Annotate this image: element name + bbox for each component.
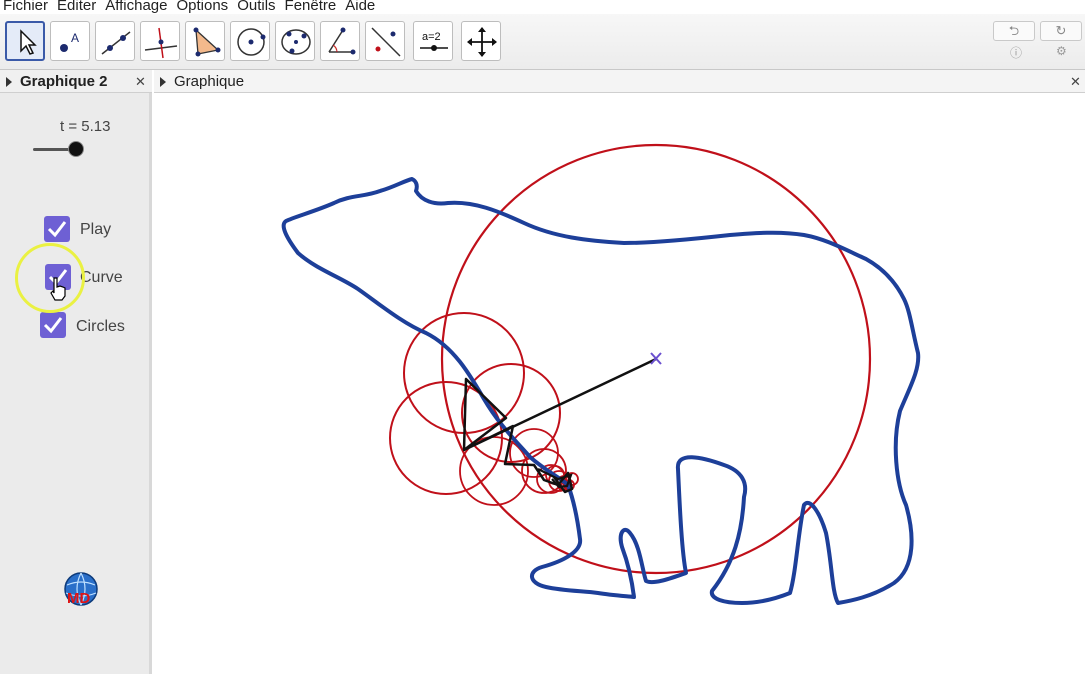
perpendicular-tool-button[interactable] [140,21,180,61]
reflect-tool-icon [371,27,401,57]
center-point-marker [650,352,662,365]
md-globe-logo: MD [64,572,98,607]
hand-cursor-icon [50,277,66,301]
point-tool-glyph: A [71,31,79,45]
menu-editer[interactable]: Editer [57,0,96,13]
graphics-view[interactable] [154,93,1085,674]
conic-tool-button[interactable] [275,21,315,61]
undo-icon: ⮌ [1008,23,1020,38]
menu-affichage[interactable]: Affichage [105,0,167,13]
undo-button[interactable]: ⮌ [993,21,1035,41]
slider-knob[interactable] [68,141,84,157]
menu-options[interactable]: Options [176,0,228,13]
redo-icon: ↻ [1055,23,1067,38]
polygon-tool-icon [193,27,221,57]
close-icon[interactable]: ✕ [1070,70,1081,93]
graphique2-panel: t = 5.13 Play Curve Circles MD [0,93,152,674]
move-tool-icon [20,29,37,55]
menu-bar: Fichier Editer Affichage Options Outils Fenêt… [0,0,1085,14]
polygon-tool-button[interactable] [185,21,225,61]
svg-text:MD: MD [67,590,90,607]
circle-tool-button[interactable] [230,21,270,61]
slider-tool-icon: a=2 [420,31,448,51]
menu-fenetre[interactable]: Fenêtre [285,0,337,13]
collapse-triangle-icon[interactable] [6,77,12,88]
circle-tool-icon [237,28,266,56]
conic-tool-icon [281,29,311,55]
help-icon[interactable]: ⓘ [1010,44,1022,61]
point-tool-button[interactable]: A [50,21,90,61]
graphique2-title: Graphique 2 [20,73,108,90]
angle-tool-icon [328,27,356,55]
move-view-tool-icon [467,27,497,57]
menu-outils[interactable]: Outils [237,0,275,13]
graphique-header: Graphique ✕ [154,70,1085,93]
graphics-canvas[interactable] [154,93,1085,674]
fourier-circle [509,428,559,478]
slider-label: t = 5.13 [60,118,111,135]
graphique-title: Graphique [174,73,245,90]
settings-gear-icon[interactable]: ⚙ [1056,44,1067,58]
slider-tool-glyph: a=2 [422,31,441,43]
move-tool-button[interactable] [5,21,45,61]
move-view-tool-button[interactable] [461,21,501,61]
play-checkbox[interactable] [44,216,70,242]
close-icon[interactable]: ✕ [135,70,146,93]
checkbox-label: Play [80,221,112,238]
line-tool-button[interactable] [95,21,135,61]
redo-button[interactable]: ↻ [1040,21,1082,41]
perpendicular-tool-icon [144,27,178,59]
slider-tool-button[interactable]: a=2 [413,21,453,61]
checkmark-icon [47,221,67,238]
angle-tool-button[interactable] [320,21,360,61]
graphique2-header: Graphique 2 ✕ [0,70,152,93]
line-tool-icon [101,31,131,55]
checkbox-label: Curve [80,269,123,286]
bear-curve [281,177,921,605]
reflect-tool-button[interactable] [365,21,405,61]
checkbox-label: Circles [76,318,125,335]
circles-checkbox[interactable] [40,312,66,338]
menu-aide[interactable]: Aide [345,0,375,13]
checkmark-icon [43,317,63,334]
menu-fichier[interactable]: Fichier [3,0,48,13]
collapse-triangle-icon[interactable] [160,77,166,88]
point-tool-icon: A [60,31,79,52]
toolbar: A a=2 ⮌ ↻ ⓘ ⚙ [0,14,1085,70]
